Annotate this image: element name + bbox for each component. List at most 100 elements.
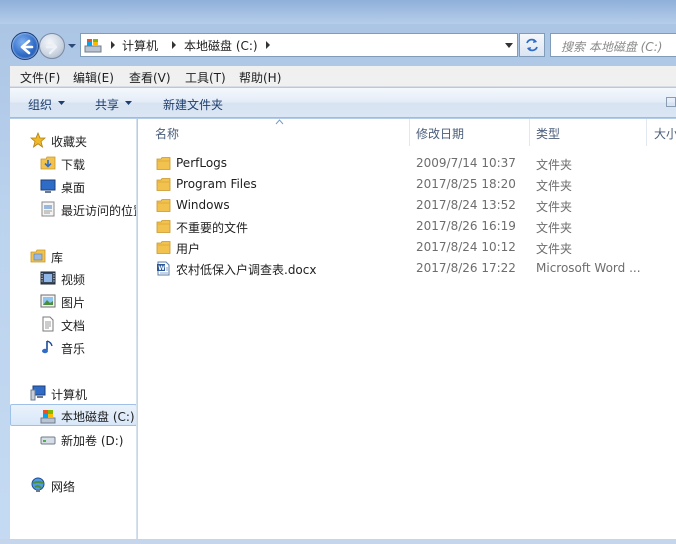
desktop-icon [40,179,56,193]
drive-icon [84,39,102,53]
sidebar-item-label: 文档 [61,319,86,333]
table-row[interactable]: PerfLogs 2009/7/14 10:37 文件夹 [138,153,676,174]
table-row[interactable]: 不重要的文件 2017/8/26 16:19 文件夹 [138,216,676,237]
sidebar-item-new-volume-d[interactable]: 新加卷 (D:) [10,428,136,450]
file-date: 2017/8/25 18:20 [416,177,516,191]
column-divider[interactable] [529,119,530,146]
search-placeholder: 搜索 本地磁盘 (C:) [561,40,663,54]
libraries-icon [30,249,46,263]
refresh-button[interactable] [519,33,545,57]
sidebar-item-desktop[interactable]: 桌面 [10,175,136,197]
computer-icon [30,385,46,401]
column-header-name[interactable]: 名称 [155,125,179,142]
forward-button[interactable] [39,33,65,59]
share-button[interactable]: 共享 [95,96,119,113]
column-header-type[interactable]: 类型 [536,125,560,142]
menu-bar: 文件(F) 编辑(E) 查看(V) 工具(T) 帮助(H) [10,66,676,87]
menu-help[interactable]: 帮助(H) [239,69,281,86]
column-header-date[interactable]: 修改日期 [416,125,464,142]
breadcrumb-local-disk[interactable]: 本地磁盘 (C:) [184,37,258,54]
column-header-size[interactable]: 大小 [654,125,676,142]
breadcrumb-computer[interactable]: 计算机 [122,37,158,54]
word-doc-icon: W [157,261,170,276]
file-type: 文件夹 [536,200,573,214]
folder-icon [156,241,171,254]
folder-icon [156,157,171,170]
sidebar-network[interactable]: 网络 [10,474,136,496]
network-icon [31,477,45,492]
menu-view[interactable]: 查看(V) [129,69,171,86]
downloads-folder-icon [40,156,56,170]
arrow-left-icon [20,39,34,55]
file-name: 用户 [176,242,201,256]
chevron-down-icon[interactable] [125,101,132,105]
command-bar: 组织 共享 新建文件夹 [10,88,676,118]
sidebar-item-recent[interactable]: 最近访问的位置 [10,198,137,220]
file-name: 不重要的文件 [176,221,249,235]
folder-icon [156,178,171,191]
sidebar-item-videos[interactable]: 视频 [10,267,136,289]
music-note-icon [42,340,53,354]
table-row[interactable]: Windows 2017/8/24 13:52 文件夹 [138,195,676,216]
sidebar-item-local-disk-c[interactable]: 本地磁盘 (C:) [10,404,136,426]
sidebar-item-label: 音乐 [61,342,86,356]
windows-drive-icon [40,410,56,424]
file-date: 2009/7/14 10:37 [416,156,516,170]
sort-ascending-icon [275,119,284,125]
file-type: 文件夹 [536,242,573,256]
sidebar-item-documents[interactable]: 文档 [10,313,136,335]
sidebar-libraries[interactable]: 库 [10,245,136,267]
sidebar-computer[interactable]: 计算机 [10,382,136,404]
file-type: Microsoft Word ... [536,261,641,275]
chevron-right-icon[interactable] [109,39,117,51]
chevron-right-icon[interactable] [264,39,272,51]
title-bar[interactable] [0,0,676,24]
column-divider[interactable] [409,119,410,146]
file-date: 2017/8/26 16:19 [416,219,516,233]
sidebar-item-label: 最近访问的位置 [61,204,137,218]
file-list: 名称 修改日期 类型 大小 PerfLogs 2009/7/14 10:37 文… [138,119,676,539]
sidebar-item-music[interactable]: 音乐 [10,336,136,358]
sidebar-computer-label: 计算机 [51,388,88,402]
menu-edit[interactable]: 编辑(E) [73,69,114,86]
sidebar-item-label: 视频 [61,273,86,287]
chevron-down-icon[interactable] [505,43,513,49]
sidebar-item-label: 新加卷 (D:) [61,434,124,448]
sidebar-favorites-label: 收藏夹 [51,135,88,149]
file-date: 2017/8/24 10:12 [416,240,516,254]
sidebar-item-label: 本地磁盘 (C:) [61,410,135,424]
organize-button[interactable]: 组织 [28,96,52,113]
folder-icon [156,220,171,233]
file-type: 文件夹 [536,179,573,193]
file-date: 2017/8/24 13:52 [416,198,516,212]
view-options-icon[interactable] [666,97,676,107]
documents-icon [42,316,54,332]
search-input[interactable]: 搜索 本地磁盘 (C:) [550,33,676,57]
star-icon [30,132,46,148]
video-icon [40,271,56,285]
menu-file[interactable]: 文件(F) [20,69,60,86]
address-bar[interactable]: 计算机 本地磁盘 (C:) [80,33,518,57]
sidebar-favorites[interactable]: 收藏夹 [10,129,136,151]
file-type: 文件夹 [536,221,573,235]
column-divider[interactable] [646,119,647,146]
new-folder-button[interactable]: 新建文件夹 [163,96,223,113]
file-type: 文件夹 [536,158,573,172]
sidebar-item-downloads[interactable]: 下载 [10,152,136,174]
table-row[interactable]: 用户 2017/8/24 10:12 文件夹 [138,237,676,258]
table-row[interactable]: W 农村低保入户调查表.docx 2017/8/26 17:22 Microso… [138,258,676,279]
file-name: 农村低保入户调查表.docx [176,263,317,277]
recent-pages-dropdown[interactable] [67,42,77,50]
refresh-icon [526,38,538,52]
pictures-icon [40,294,56,308]
arrow-right-icon [45,39,58,55]
chevron-down-icon[interactable] [58,101,65,105]
back-button[interactable] [11,32,39,60]
table-row[interactable]: Program Files 2017/8/25 18:20 文件夹 [138,174,676,195]
navigation-pane: 收藏夹 下载 桌面 最近访问的位置 库 视频 图片 文档 音乐 计算机 本地磁盘… [10,119,137,539]
sidebar-item-pictures[interactable]: 图片 [10,290,136,312]
menu-tools[interactable]: 工具(T) [185,69,226,86]
sidebar-libraries-label: 库 [51,251,64,265]
file-date: 2017/8/26 17:22 [416,261,516,275]
chevron-right-icon[interactable] [170,39,178,51]
